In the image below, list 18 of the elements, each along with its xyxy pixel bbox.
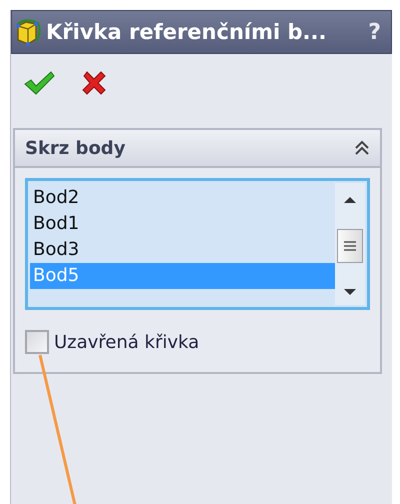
checkbox[interactable] xyxy=(25,330,49,354)
cube-icon xyxy=(14,17,42,47)
panel-title: Skrz body xyxy=(25,138,126,158)
window-title: Křivka referenčními b... xyxy=(46,20,328,44)
grip-icon xyxy=(343,239,357,253)
scroll-thumb[interactable] xyxy=(337,229,363,263)
ok-button[interactable] xyxy=(23,70,55,96)
collapse-icon[interactable] xyxy=(354,139,370,157)
panel-header[interactable]: Skrz body xyxy=(15,130,380,168)
help-button[interactable]: ? xyxy=(364,20,385,44)
cancel-button[interactable] xyxy=(81,70,107,96)
scrollbar[interactable] xyxy=(335,183,365,305)
list-item[interactable]: Bod3 xyxy=(30,237,335,263)
list-item[interactable]: Bod1 xyxy=(30,211,335,237)
scroll-up-icon[interactable] xyxy=(344,197,356,203)
checkbox-label: Uzavřená křivka xyxy=(54,332,200,352)
scroll-down-icon[interactable] xyxy=(344,289,356,295)
list-item[interactable]: Bod2 xyxy=(30,185,335,211)
